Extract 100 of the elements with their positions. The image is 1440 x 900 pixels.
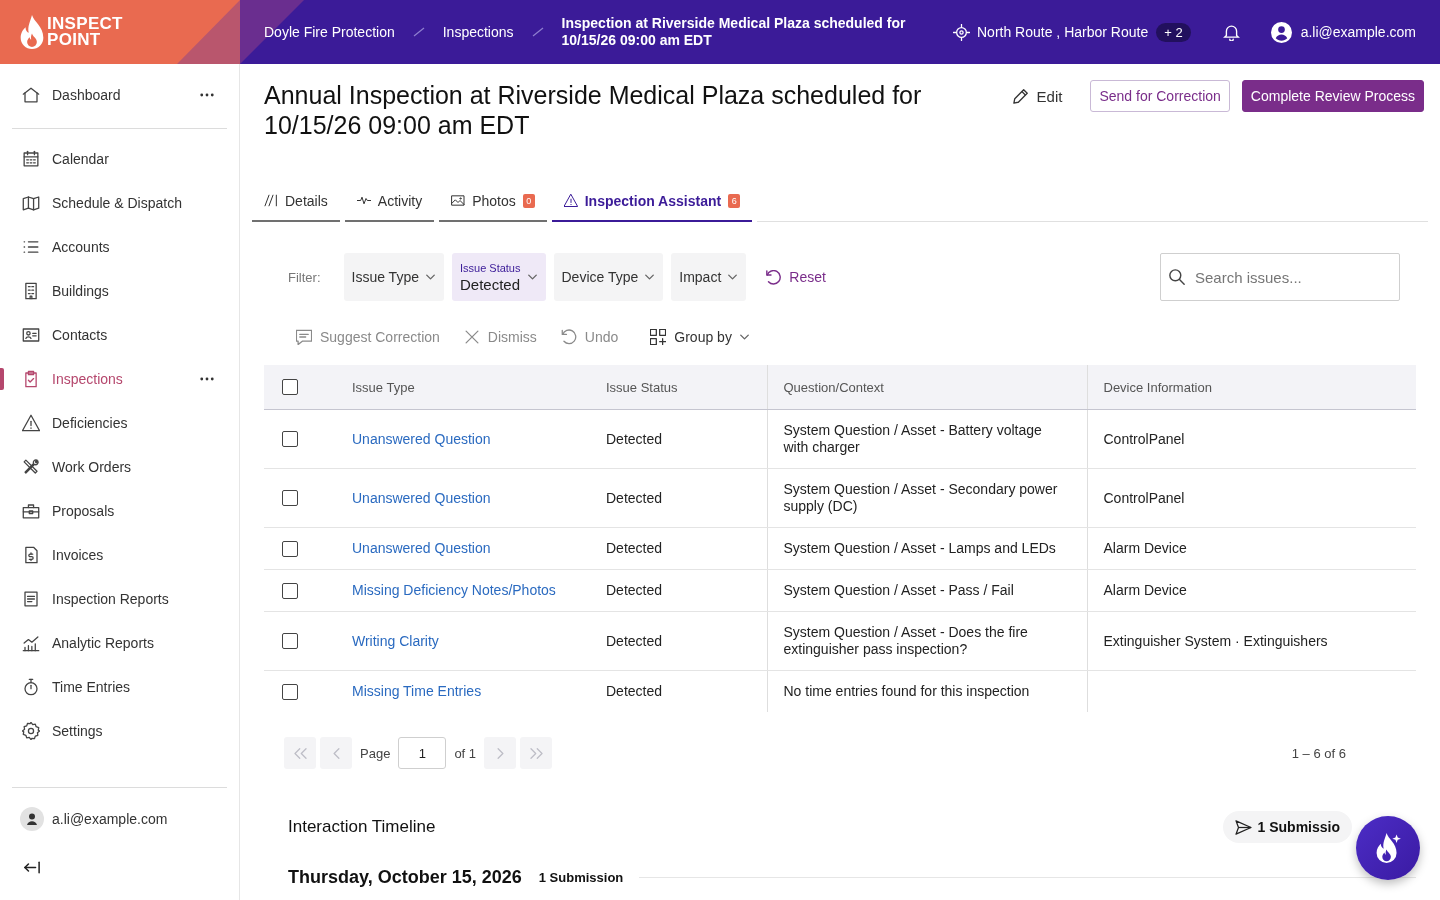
sidebar-item[interactable]: Accounts: [0, 225, 227, 269]
caret-icon: [527, 274, 537, 280]
primary-button[interactable]: Complete Review Process: [1241, 80, 1424, 112]
breadcrumb-link[interactable]: Inspections: [442, 24, 514, 40]
checkbox[interactable]: [282, 633, 298, 649]
column-header: Issue Type: [336, 365, 590, 410]
count-badge: + 2: [1156, 22, 1191, 42]
page-label: Page: [360, 745, 391, 761]
count-badge: 0: [522, 193, 535, 208]
page-field[interactable]: 1: [398, 737, 447, 769]
table-cell: Alarm Device: [1087, 569, 1416, 612]
caret-icon: [728, 274, 738, 280]
collapse-icon[interactable]: [24, 860, 40, 874]
column-header: Device Information: [1087, 365, 1416, 410]
user-avatar-icon[interactable]: [1270, 21, 1292, 43]
issue-type-link[interactable]: Writing Clarity: [352, 632, 439, 649]
sidebar-item[interactable]: Schedule & Dispatch: [0, 181, 227, 225]
table-cell: Detected: [590, 468, 767, 528]
checkbox[interactable]: [282, 379, 298, 395]
issue-type-link[interactable]: Unanswered Question: [352, 489, 491, 506]
map-icon: [22, 194, 40, 212]
warning-icon: [563, 194, 578, 207]
bell-icon[interactable]: [1222, 23, 1240, 41]
filter-dropdown[interactable]: Device Type: [553, 253, 664, 301]
sidebar-item[interactable]: Deficiencies: [0, 401, 227, 445]
range-text: 1 – 6 of 6: [1291, 745, 1346, 761]
route-selector[interactable]: North Route , Harbor Route: [977, 24, 1149, 40]
sidebar-item[interactable]: Calendar: [0, 137, 227, 181]
filter-dropdown[interactable]: Issue Status Detected: [451, 253, 546, 301]
table-cell: System Question / Asset - Does the fire extinguisher pass inspection?: [767, 611, 1087, 671]
home-icon: [22, 86, 40, 104]
column-header: Issue Status: [590, 365, 767, 410]
checkbox[interactable]: [282, 490, 298, 506]
search-field[interactable]: Search issues...: [1160, 253, 1400, 301]
checkbox[interactable]: [282, 683, 298, 700]
undo-icon: [560, 329, 577, 345]
filter-label: Filter:: [288, 269, 321, 285]
breadcrumb-current: Inspection at Riverside Medical Plaza scheduled for 10/15/26 09:00 am EDT: [561, 15, 907, 49]
table-cell: Detected: [590, 409, 767, 469]
checkbox[interactable]: [282, 431, 298, 447]
tab[interactable]: Inspection Assistant 6: [551, 181, 753, 222]
slash-icon: [412, 27, 425, 37]
undo-icon: [766, 269, 782, 285]
slashes-icon: [264, 194, 278, 207]
page-title: Annual Inspection at Riverside Medical Plaza scheduled for 10/15/26 09:00 am EDT: [264, 80, 923, 140]
clipboard-check-icon: [22, 370, 40, 388]
table-cell: ControlPanel: [1087, 409, 1416, 469]
search-icon: [1169, 269, 1185, 285]
edit-button[interactable]: Edit: [1004, 80, 1071, 112]
sidebar-item[interactable]: Work Orders: [0, 445, 227, 489]
sidebar-item[interactable]: Invoices: [0, 533, 227, 577]
tab[interactable]: Activity: [344, 181, 435, 222]
sidebar-item[interactable]: Dashboard: [0, 73, 227, 117]
user-email[interactable]: a.li@example.com: [1300, 24, 1416, 40]
table-cell: Extinguisher System · Extinguishers: [1087, 611, 1416, 671]
table-cell: System Question / Asset - Lamps and LEDs: [767, 527, 1087, 570]
submissions-button[interactable]: 1 Submissio: [1222, 811, 1352, 843]
breadcrumb-link[interactable]: Doyle Fire Protection: [264, 24, 395, 40]
sidebar-item[interactable]: Buildings: [0, 269, 227, 313]
issue-type-link[interactable]: Unanswered Question: [352, 540, 491, 556]
floating-action-button[interactable]: [1356, 816, 1420, 880]
checkbox[interactable]: [282, 582, 298, 599]
calendar-icon: [22, 150, 40, 168]
toolbar-button[interactable]: Group by: [650, 329, 749, 345]
comment-icon: [296, 329, 312, 345]
column-header: Question/Context: [767, 365, 1087, 410]
pulse-icon: [356, 194, 371, 207]
sidebar-item[interactable]: Contacts: [0, 313, 227, 357]
filter-dropdown[interactable]: Issue Type: [343, 253, 444, 301]
reset-button[interactable]: Reset: [762, 265, 830, 289]
secondary-button[interactable]: Send for Correction: [1090, 80, 1230, 112]
tab[interactable]: Photos 0: [439, 181, 547, 222]
issue-type-link[interactable]: Unanswered Question: [352, 430, 491, 447]
briefcase-icon: [22, 502, 40, 520]
sidebar-item[interactable]: Proposals: [0, 489, 227, 533]
sidebar-item[interactable]: Inspections: [0, 357, 227, 401]
double-chevron-right-icon: [529, 747, 543, 759]
table-cell: Detected: [590, 611, 767, 671]
sidebar-item[interactable]: Inspection Reports: [0, 577, 227, 621]
tools-icon: [22, 458, 40, 476]
issue-type-link[interactable]: Missing Time Entries: [352, 683, 482, 699]
sidebar-item[interactable]: Analytic Reports: [0, 621, 227, 665]
checkbox[interactable]: [282, 540, 298, 557]
user-email[interactable]: a.li@example.com: [52, 811, 168, 827]
stopwatch-icon: [22, 678, 40, 696]
sidebar-item[interactable]: Settings: [0, 709, 227, 753]
table-cell: Detected: [590, 670, 767, 712]
more-icon[interactable]: [200, 377, 214, 381]
count-badge: 6: [728, 193, 741, 208]
tab[interactable]: Details: [252, 181, 340, 222]
issue-type-link[interactable]: Missing Deficiency Notes/Photos: [352, 582, 556, 598]
double-chevron-left-icon: [293, 747, 307, 759]
sidebar-item[interactable]: Time Entries: [0, 665, 227, 709]
send-icon: [1234, 819, 1252, 835]
table-cell: Detected: [590, 569, 767, 612]
image-icon: [451, 194, 466, 207]
more-icon[interactable]: [200, 93, 214, 97]
table-cell: System Question / Asset - Pass / Fail: [767, 569, 1087, 612]
filter-dropdown[interactable]: Impact: [671, 253, 747, 301]
pencil-icon: [1012, 88, 1029, 104]
